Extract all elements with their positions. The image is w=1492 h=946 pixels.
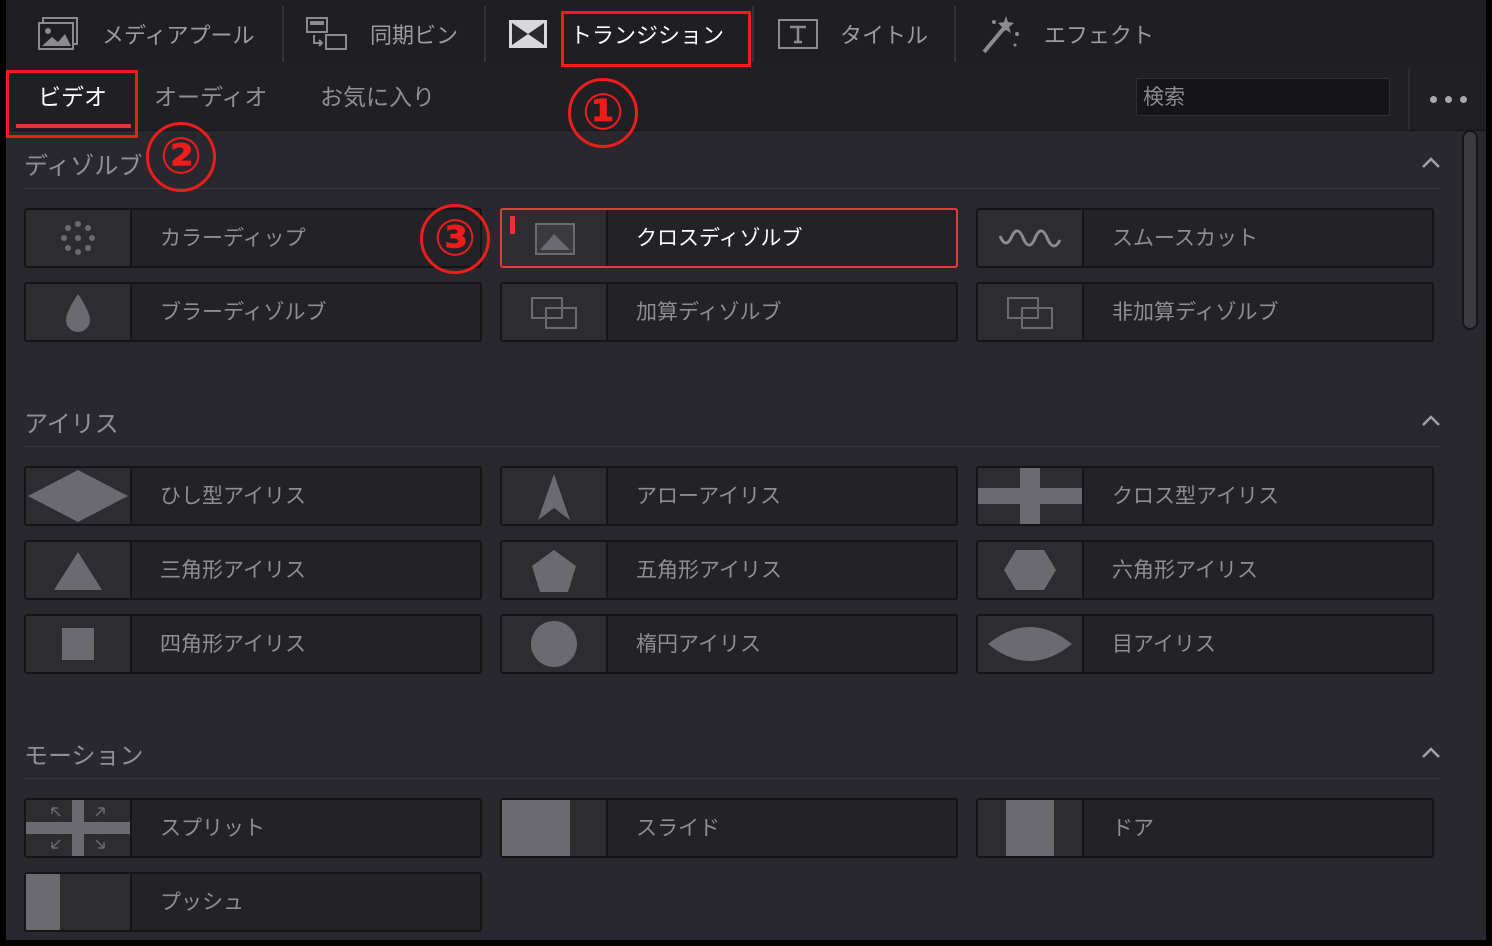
toolbar-media-pool-label: メディアプール bbox=[102, 24, 255, 49]
triangle-icon bbox=[26, 542, 132, 598]
transition-item-smooth-cut[interactable]: スムースカット bbox=[976, 208, 1434, 268]
hexagon-icon bbox=[978, 542, 1084, 598]
toolbar-sync-bin-label: 同期ビン bbox=[370, 24, 459, 49]
transition-item-additive-dissolve[interactable]: 加算ディゾルブ bbox=[500, 282, 958, 342]
collapse-chevron-icon[interactable] bbox=[1421, 155, 1441, 169]
item-label: スプリット bbox=[160, 816, 265, 840]
slide-icon bbox=[502, 800, 608, 856]
annotation-number-2: ② bbox=[146, 122, 216, 192]
transition-item-slide[interactable]: スライド bbox=[500, 798, 958, 858]
item-label: 加算ディゾルブ bbox=[636, 300, 782, 324]
item-label: 非加算ディゾルブ bbox=[1112, 300, 1279, 324]
item-label: クロス型アイリス bbox=[1112, 484, 1279, 508]
toolbar-separator bbox=[752, 6, 754, 62]
toolbar-media-pool[interactable]: メディアプール bbox=[38, 0, 254, 68]
transition-item-non-additive-dissolve[interactable]: 非加算ディゾルブ bbox=[976, 282, 1434, 342]
transition-item-cross-dissolve[interactable]: クロスディゾルブ bbox=[500, 208, 958, 268]
drop-icon bbox=[26, 284, 132, 340]
circle-icon bbox=[502, 616, 608, 672]
effects-library-panel: メディアプール 同期ビン トランジション タイトル エフェクト ビデオ オーディ… bbox=[6, 0, 1486, 940]
collapse-chevron-icon[interactable] bbox=[1421, 413, 1441, 427]
toolbar-sync-bin[interactable]: 同期ビン bbox=[306, 0, 458, 68]
more-options-button[interactable] bbox=[1408, 68, 1486, 130]
pentagon-icon bbox=[502, 542, 608, 598]
transition-item-cross-iris[interactable]: クロス型アイリス bbox=[976, 466, 1434, 526]
toolbar-effects-label: エフェクト bbox=[1044, 24, 1155, 49]
door-icon bbox=[978, 800, 1084, 856]
overlapping-frames-icon bbox=[978, 284, 1084, 340]
tab-favorites[interactable]: お気に入り bbox=[320, 68, 435, 130]
item-label: アローアイリス bbox=[636, 484, 782, 508]
item-label: スライド bbox=[636, 816, 720, 840]
transition-item-blur-dissolve[interactable]: ブラーディゾルブ bbox=[24, 282, 482, 342]
media-pool-icon bbox=[38, 16, 80, 52]
item-label: 五角形アイリス bbox=[636, 558, 782, 582]
category-tabs: ビデオ オーディオ お気に入り 検索 bbox=[6, 68, 1486, 131]
more-dots-icon bbox=[1429, 95, 1437, 103]
section-title-dissolve[interactable]: ディゾルブ bbox=[24, 146, 142, 181]
tab-audio[interactable]: オーディオ bbox=[154, 68, 267, 130]
cross-icon bbox=[978, 468, 1084, 524]
overlapping-frames-icon bbox=[502, 284, 608, 340]
toolbar-titles-label: タイトル bbox=[840, 24, 929, 49]
item-label: 目アイリス bbox=[1112, 632, 1216, 656]
annotation-number-1: ① bbox=[568, 78, 638, 148]
split-icon bbox=[26, 800, 132, 856]
transition-item-hexagon-iris[interactable]: 六角形アイリス bbox=[976, 540, 1434, 600]
item-label: カラーディップ bbox=[160, 226, 306, 250]
color-dip-thumbnail-icon bbox=[26, 210, 132, 266]
vertical-scrollbar[interactable] bbox=[1462, 130, 1478, 330]
toolbar-separator bbox=[954, 6, 956, 62]
collapse-chevron-icon[interactable] bbox=[1421, 745, 1441, 759]
transition-item-pentagon-iris[interactable]: 五角形アイリス bbox=[500, 540, 958, 600]
item-label: ドア bbox=[1112, 816, 1154, 840]
toolbar-separator bbox=[282, 6, 284, 62]
section-divider bbox=[24, 778, 1440, 779]
transition-item-diamond-iris[interactable]: ひし型アイリス bbox=[24, 466, 482, 526]
square-icon bbox=[26, 616, 132, 672]
transition-item-split[interactable]: スプリット bbox=[24, 798, 482, 858]
cross-dissolve-thumbnail-icon bbox=[502, 210, 608, 266]
item-label: 三角形アイリス bbox=[160, 558, 306, 582]
item-label: 楕円アイリス bbox=[636, 632, 761, 656]
toolbar-effects[interactable]: エフェクト bbox=[980, 0, 1154, 68]
diamond-icon bbox=[26, 468, 132, 524]
item-label: 六角形アイリス bbox=[1112, 558, 1258, 582]
section-title-iris[interactable]: アイリス bbox=[24, 404, 119, 439]
item-label: クロスディゾルブ bbox=[636, 226, 803, 250]
sync-bin-icon bbox=[306, 17, 348, 51]
transition-item-color-dip[interactable]: カラーディップ bbox=[24, 208, 482, 268]
transition-item-door[interactable]: ドア bbox=[976, 798, 1434, 858]
annotation-box-transitions bbox=[561, 11, 751, 67]
transition-item-arrow-iris[interactable]: アローアイリス bbox=[500, 466, 958, 526]
section-divider bbox=[24, 446, 1440, 447]
item-label: プッシュ bbox=[160, 890, 244, 914]
transition-icon bbox=[508, 19, 548, 49]
smooth-cut-wave-icon bbox=[978, 210, 1084, 266]
transition-item-eye-iris[interactable]: 目アイリス bbox=[976, 614, 1434, 674]
annotation-box-video-tab bbox=[6, 70, 138, 138]
section-title-motion[interactable]: モーション bbox=[24, 736, 144, 771]
item-label: ひし型アイリス bbox=[160, 484, 306, 508]
title-icon bbox=[778, 19, 818, 49]
transition-item-square-iris[interactable]: 四角形アイリス bbox=[24, 614, 482, 674]
toolbar-separator bbox=[484, 6, 486, 62]
scrollbar-thumb[interactable] bbox=[1464, 132, 1476, 328]
effects-wand-icon bbox=[980, 14, 1022, 54]
transition-item-oval-iris[interactable]: 楕円アイリス bbox=[500, 614, 958, 674]
push-icon bbox=[26, 874, 132, 930]
item-label: スムースカット bbox=[1112, 226, 1258, 250]
transition-item-triangle-iris[interactable]: 三角形アイリス bbox=[24, 540, 482, 600]
annotation-number-3: ③ bbox=[420, 204, 490, 274]
item-label: 四角形アイリス bbox=[160, 632, 306, 656]
eye-icon bbox=[978, 616, 1084, 672]
transition-item-push[interactable]: プッシュ bbox=[24, 872, 482, 932]
arrow-icon bbox=[502, 468, 608, 524]
toolbar-titles[interactable]: タイトル bbox=[778, 0, 928, 68]
search-input[interactable]: 検索 bbox=[1136, 78, 1390, 116]
item-label: ブラーディゾルブ bbox=[160, 300, 327, 324]
section-divider bbox=[24, 188, 1440, 189]
